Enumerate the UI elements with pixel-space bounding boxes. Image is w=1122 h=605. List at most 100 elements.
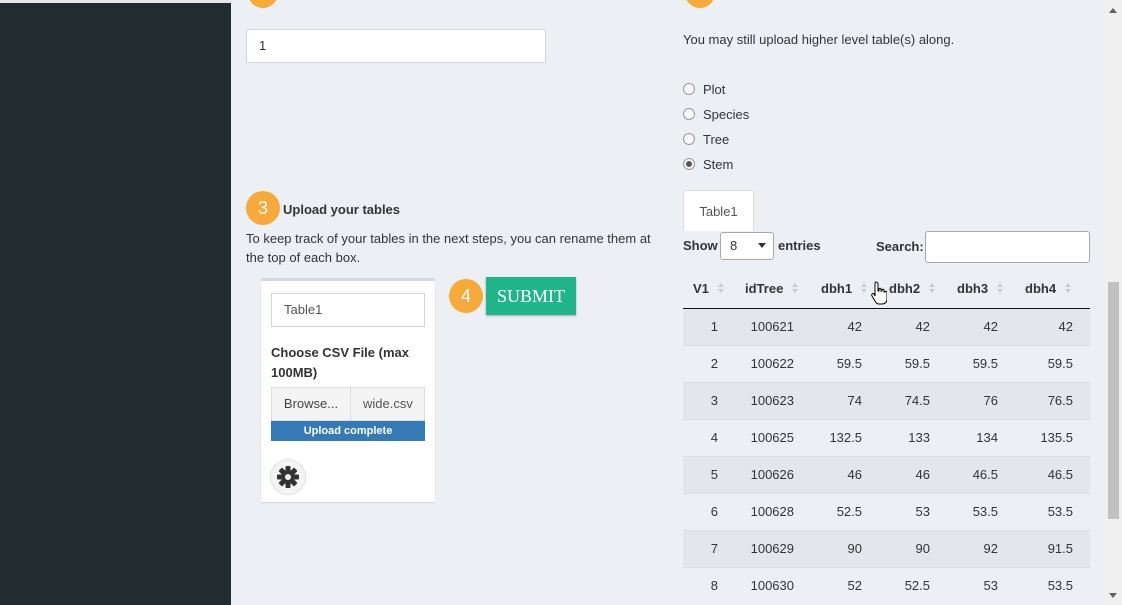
table-cell: 52.5 <box>879 566 947 604</box>
upload-progress-bar: Upload complete <box>271 421 425 441</box>
table-cell: 5 <box>683 455 735 493</box>
level-option-stem[interactable]: Stem <box>683 155 733 173</box>
tab-table1[interactable]: Table1 <box>683 190 754 231</box>
table-cell: 52 <box>811 566 879 604</box>
radio-label: Species <box>703 106 750 122</box>
settings-button[interactable] <box>270 459 306 495</box>
table-cell: 46.5 <box>1015 455 1090 493</box>
table-cell: 53.5 <box>947 492 1015 530</box>
table-cell: 46 <box>879 455 947 493</box>
scrollbar-thumb[interactable] <box>1108 282 1119 519</box>
upload-tables-title: Upload your tables <box>283 202 401 217</box>
show-label: Show <box>683 238 718 253</box>
table-cell: 53.5 <box>1015 566 1090 604</box>
table-cell: 53 <box>879 492 947 530</box>
table-cell: 91.5 <box>1015 529 1090 567</box>
table-cell: 46 <box>811 455 879 493</box>
table-row[interactable]: 1 100621 42 42 42 42 <box>683 307 1090 345</box>
sort-icon <box>928 283 936 295</box>
gear-icon <box>277 466 299 488</box>
table-cell: 7 <box>683 529 735 567</box>
table-cell: 133 <box>879 418 947 456</box>
radio-species[interactable] <box>683 108 695 120</box>
level-option-species[interactable]: Species <box>683 105 749 123</box>
row-number-input[interactable]: 1 <box>246 29 546 63</box>
file-name-field[interactable]: wide.csv <box>350 387 425 421</box>
column-header-idtree[interactable]: idTree <box>735 270 811 309</box>
table-cell: 42 <box>1015 307 1090 345</box>
sort-icon <box>1064 283 1072 295</box>
column-header-dbh1[interactable]: dbh1 <box>811 270 879 309</box>
table-cell: 100629 <box>735 529 811 567</box>
table-cell: 59.5 <box>1015 344 1090 382</box>
higher-level-note: You may still upload higher level table(… <box>683 32 955 47</box>
table-row[interactable]: 7 100629 90 90 92 91.5 <box>683 529 1090 567</box>
table-cell: 100625 <box>735 418 811 456</box>
level-option-tree[interactable]: Tree <box>683 130 729 148</box>
table-cell: 59.5 <box>879 344 947 382</box>
table-cell: 74 <box>811 381 879 419</box>
table-cell: 53.5 <box>1015 492 1090 530</box>
sort-icon <box>717 283 725 295</box>
column-header-dbh3[interactable]: dbh3 <box>947 270 1015 309</box>
table-row[interactable]: 8 100630 52 52.5 53 53.5 <box>683 566 1090 604</box>
submit-button[interactable]: SUBMIT <box>486 277 576 315</box>
table-cell: 74.5 <box>879 381 947 419</box>
column-header-v1[interactable]: V1 <box>683 270 735 309</box>
table-cell: 46.5 <box>947 455 1015 493</box>
entries-label: entries <box>778 238 821 253</box>
table-cell: 3 <box>683 381 735 419</box>
radio-label: Plot <box>703 81 726 97</box>
table-cell: 42 <box>879 307 947 345</box>
table-cell: 76 <box>947 381 1015 419</box>
table-cell: 135.5 <box>1015 418 1090 456</box>
table-cell: 90 <box>879 529 947 567</box>
table-cell: 76.5 <box>1015 381 1090 419</box>
search-input[interactable] <box>925 231 1090 263</box>
radio-label: Tree <box>703 131 730 147</box>
table-cell: 100630 <box>735 566 811 604</box>
radio-stem[interactable] <box>683 158 695 170</box>
table-row[interactable]: 5 100626 46 46 46.5 46.5 <box>683 455 1090 493</box>
table-cell: 42 <box>947 307 1015 345</box>
sort-icon <box>791 283 799 295</box>
table-row[interactable]: 6 100628 52.5 53 53.5 53.5 <box>683 492 1090 530</box>
table-cell: 132.5 <box>811 418 879 456</box>
table-cell: 100622 <box>735 344 811 382</box>
page-scrollbar[interactable] <box>1105 0 1122 605</box>
table-cell: 59.5 <box>811 344 879 382</box>
scroll-down-arrow-icon[interactable] <box>1109 593 1117 598</box>
table-row[interactable]: 4 100625 132.5 133 134 135.5 <box>683 418 1090 456</box>
data-table: V1 idTree dbh1 dbh2 dbh3 dbh4 1 100621 42 4… <box>683 270 1090 604</box>
hand-cursor-icon <box>871 281 887 305</box>
table-cell: 1 <box>683 307 735 345</box>
scroll-up-arrow-icon[interactable] <box>1109 8 1117 13</box>
table-cell: 42 <box>811 307 879 345</box>
sort-icon <box>860 283 868 295</box>
level-option-plot[interactable]: Plot <box>683 80 725 98</box>
table-cell: 4 <box>683 418 735 456</box>
csv-file-label: Choose CSV File (max 100MB) <box>271 345 409 380</box>
sidebar <box>0 0 231 605</box>
browse-button[interactable]: Browse... <box>271 387 351 421</box>
table-cell: 53 <box>947 566 1015 604</box>
table-cell: 100626 <box>735 455 811 493</box>
table-cell: 100621 <box>735 307 811 345</box>
radio-tree[interactable] <box>683 133 695 145</box>
upload-box: Table1 Choose CSV File (max 100MB) Brows… <box>261 278 435 502</box>
table-row[interactable]: 3 100623 74 74.5 76 76.5 <box>683 381 1090 419</box>
radio-plot[interactable] <box>683 83 695 95</box>
dropdown-caret-icon <box>758 243 766 248</box>
search-label: Search: <box>876 239 924 254</box>
radio-label: Stem <box>703 156 734 172</box>
column-header-dbh2[interactable]: dbh2 <box>879 270 947 309</box>
table-row[interactable]: 2 100622 59.5 59.5 59.5 59.5 <box>683 344 1090 382</box>
table-cell: 134 <box>947 418 1015 456</box>
column-header-dbh4[interactable]: dbh4 <box>1015 270 1090 309</box>
table-cell: 52.5 <box>811 492 879 530</box>
table-cell: 59.5 <box>947 344 1015 382</box>
table-cell: 8 <box>683 566 735 604</box>
table-cell: 100628 <box>735 492 811 530</box>
table-name-input[interactable]: Table1 <box>271 293 425 327</box>
page-length-select[interactable]: 8 <box>720 232 774 260</box>
